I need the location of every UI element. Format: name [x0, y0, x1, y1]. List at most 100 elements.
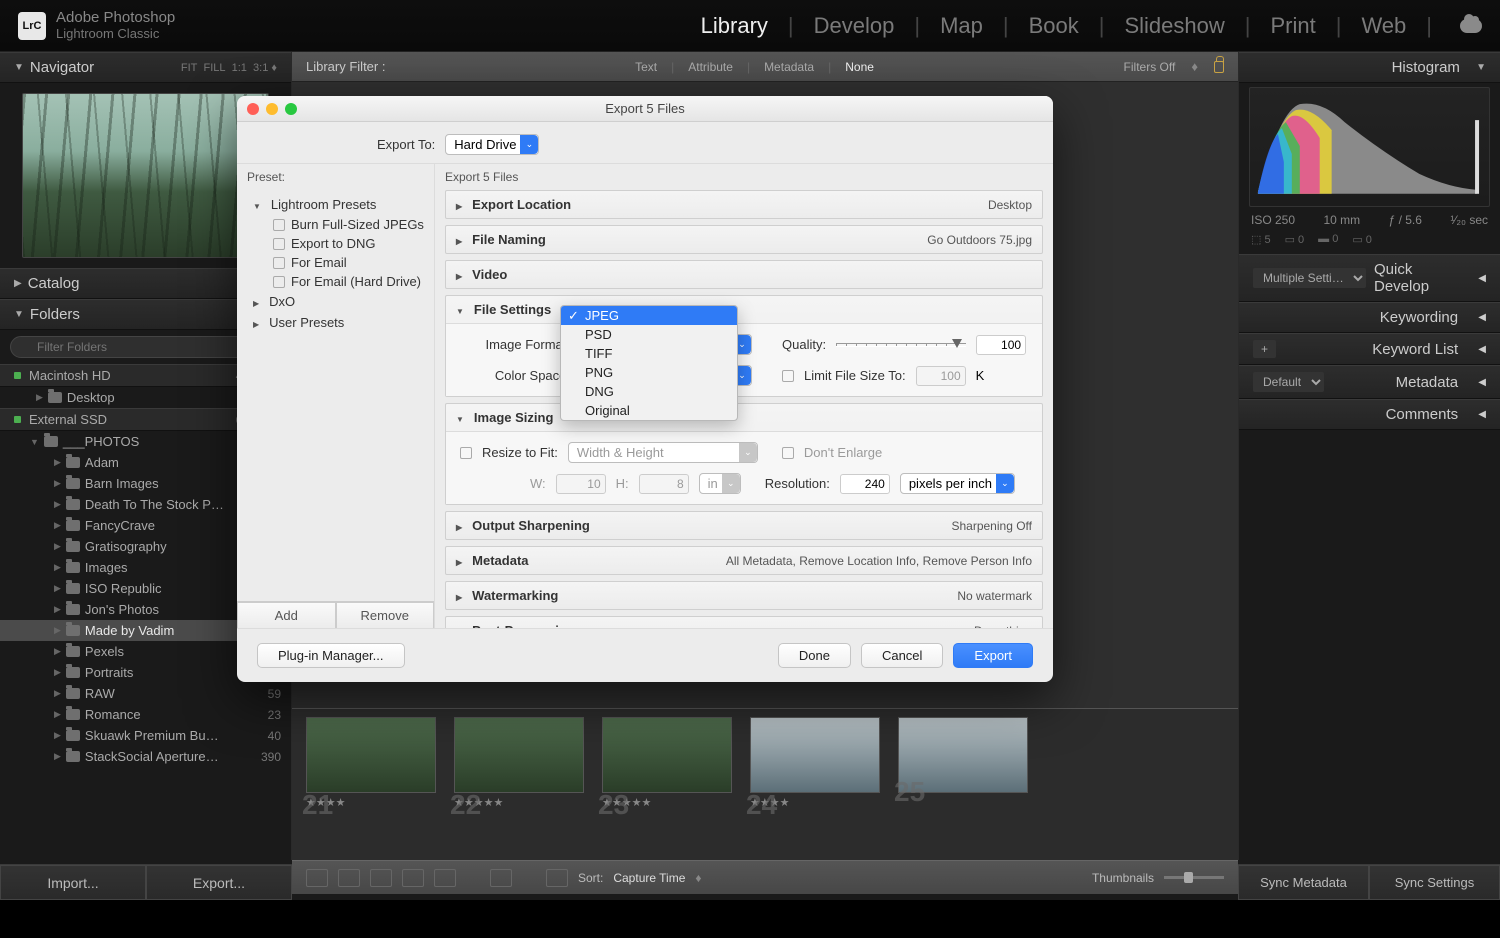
folder-item[interactable]: ▶Romance23	[0, 704, 291, 725]
grid-view-icon[interactable]	[306, 869, 328, 887]
section-sharpening[interactable]: Output SharpeningSharpening Off	[446, 512, 1042, 539]
sort-value[interactable]: Capture Time	[613, 871, 685, 885]
preset-item[interactable]: Export to DNG	[237, 234, 434, 253]
section-post-processing[interactable]: Post-ProcessingDo nothing	[446, 617, 1042, 628]
thumb-cell[interactable]: ★★★★21	[306, 717, 436, 821]
keyword-list-panel[interactable]: +Keyword List ◀	[1239, 333, 1500, 365]
section-file-naming[interactable]: File NamingGo Outdoors 75.jpg	[446, 226, 1042, 253]
folder-icon	[66, 604, 80, 615]
preset-group[interactable]: Lightroom Presets	[237, 194, 434, 215]
resolution-input[interactable]	[840, 474, 890, 494]
preset-add-button[interactable]: Add	[237, 602, 336, 628]
module-develop[interactable]: Develop	[814, 13, 895, 39]
metadata-preset[interactable]: Default	[1253, 372, 1324, 392]
thumbnail-size-slider[interactable]	[1164, 876, 1224, 879]
metadata-panel[interactable]: DefaultMetadata ◀	[1239, 365, 1500, 399]
thumb-cell[interactable]: 25	[898, 717, 1028, 821]
keywording-panel[interactable]: Keywording ◀	[1239, 302, 1500, 333]
filter-text[interactable]: Text	[635, 60, 657, 74]
plugin-manager-button[interactable]: Plug-in Manager...	[257, 643, 405, 668]
section-metadata[interactable]: MetadataAll Metadata, Remove Location In…	[446, 547, 1042, 574]
survey-view-icon[interactable]	[402, 869, 424, 887]
module-print[interactable]: Print	[1270, 13, 1315, 39]
module-library[interactable]: Library	[701, 13, 768, 39]
filter-none[interactable]: None	[845, 60, 874, 74]
quality-slider[interactable]	[836, 343, 966, 347]
filmstrip: ★★★★21 ★★★★★22 ★★★★★23 ★★★★24 25	[292, 708, 1238, 860]
loupe-view-icon[interactable]	[338, 869, 360, 887]
zoom-icon[interactable]	[285, 103, 297, 115]
close-icon[interactable]	[247, 103, 259, 115]
sync-metadata-button[interactable]: Sync Metadata	[1238, 865, 1369, 900]
preset-sidebar: Preset: Lightroom Presets Burn Full-Size…	[237, 164, 435, 628]
folder-icon	[44, 436, 58, 447]
folder-icon	[66, 688, 80, 699]
thumb-cell[interactable]: ★★★★★23	[602, 717, 732, 821]
module-map[interactable]: Map	[940, 13, 983, 39]
keyword-add-button[interactable]: +	[1253, 340, 1276, 358]
section-watermarking[interactable]: WatermarkingNo watermark	[446, 582, 1042, 609]
resolution-unit-select[interactable]: pixels per inch⌄	[900, 473, 1015, 494]
nav-mode-fill[interactable]: FILL	[203, 62, 225, 74]
preset-item[interactable]: For Email (Hard Drive)	[237, 272, 434, 291]
format-option-original[interactable]: Original	[561, 401, 737, 420]
navigator-header[interactable]: ▼Navigator FIT FILL 1:1 3:1 ♦	[0, 52, 291, 83]
folder-item[interactable]: ▶StackSocial Aperture…390	[0, 746, 291, 767]
catalog-title: Catalog	[28, 275, 80, 292]
import-button[interactable]: Import...	[0, 865, 146, 900]
people-view-icon[interactable]	[434, 869, 456, 887]
export-button[interactable]: Export...	[146, 865, 292, 900]
export-to-select[interactable]: Hard Drive⌄	[445, 134, 539, 155]
filter-metadata[interactable]: Metadata	[764, 60, 814, 74]
compare-view-icon[interactable]	[370, 869, 392, 887]
done-button[interactable]: Done	[778, 643, 851, 668]
thumb-cell[interactable]: ★★★★★22	[454, 717, 584, 821]
format-option-jpeg[interactable]: JPEG	[561, 306, 737, 325]
format-option-dng[interactable]: DNG	[561, 382, 737, 401]
format-option-tiff[interactable]: TIFF	[561, 344, 737, 363]
quick-develop-preset[interactable]: Multiple Setti…	[1253, 268, 1366, 288]
lock-icon[interactable]	[1214, 61, 1224, 73]
size-unit-select[interactable]: in⌄	[699, 473, 741, 494]
cloud-sync-icon[interactable]	[1460, 19, 1482, 33]
section-video[interactable]: Video	[446, 261, 1042, 288]
folder-item[interactable]: ▶RAW59	[0, 683, 291, 704]
export-confirm-button[interactable]: Export	[953, 643, 1033, 668]
minimize-icon[interactable]	[266, 103, 278, 115]
sort-direction-icon[interactable]	[546, 869, 568, 887]
filter-attribute[interactable]: Attribute	[688, 60, 733, 74]
dialog-title: Export 5 Files	[605, 101, 684, 116]
format-option-png[interactable]: PNG	[561, 363, 737, 382]
nav-mode-fit[interactable]: FIT	[181, 62, 198, 74]
section-image-sizing[interactable]: Image Sizing	[446, 404, 1042, 431]
dont-enlarge-checkbox[interactable]	[782, 447, 794, 459]
preset-item[interactable]: For Email	[237, 253, 434, 272]
resize-mode-select[interactable]: Width & Height⌄	[568, 442, 758, 463]
navigator-preview[interactable]	[22, 93, 269, 258]
comments-panel[interactable]: Comments ◀	[1239, 399, 1500, 430]
module-slideshow[interactable]: Slideshow	[1124, 13, 1224, 39]
preset-group[interactable]: DxO	[237, 291, 434, 312]
histogram-header[interactable]: Histogram ▼	[1239, 52, 1500, 83]
thumb-cell[interactable]: ★★★★24	[750, 717, 880, 821]
quality-input[interactable]	[976, 335, 1026, 355]
preset-item[interactable]: Burn Full-Sized JPEGs	[237, 215, 434, 234]
preset-group[interactable]: User Presets	[237, 312, 434, 333]
sync-settings-button[interactable]: Sync Settings	[1369, 865, 1500, 900]
nav-mode-3-1[interactable]: 3:1	[253, 62, 268, 74]
module-book[interactable]: Book	[1029, 13, 1079, 39]
width-label: W:	[530, 476, 546, 491]
painter-icon[interactable]	[490, 869, 512, 887]
filters-off[interactable]: Filters Off	[1124, 60, 1176, 74]
section-file-settings[interactable]: File Settings	[446, 296, 1042, 323]
section-export-location[interactable]: Export LocationDesktop	[446, 191, 1042, 218]
quick-develop-panel[interactable]: Multiple Setti…Quick Develop ◀	[1239, 254, 1500, 302]
format-option-psd[interactable]: PSD	[561, 325, 737, 344]
resize-checkbox[interactable]	[460, 447, 472, 459]
preset-remove-button[interactable]: Remove	[336, 602, 435, 628]
nav-mode-1-1[interactable]: 1:1	[232, 62, 247, 74]
cancel-button[interactable]: Cancel	[861, 643, 943, 668]
module-web[interactable]: Web	[1361, 13, 1406, 39]
folder-item[interactable]: ▶Skuawk Premium Bu…40	[0, 725, 291, 746]
limit-filesize-checkbox[interactable]	[782, 370, 794, 382]
